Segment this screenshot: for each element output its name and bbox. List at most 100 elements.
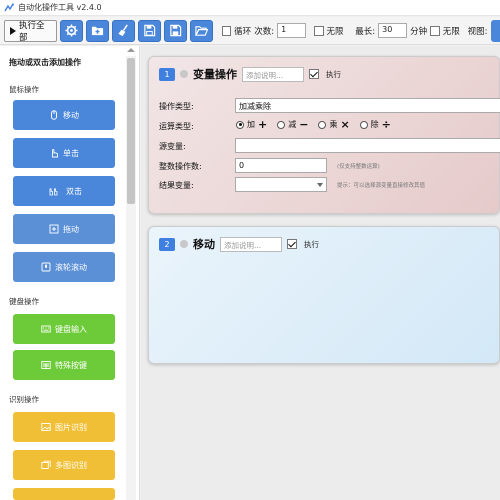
palette-drag-button[interactable]: 拖动 (13, 214, 115, 244)
toolbar: 执行全部 循环 次数: 1 无限 最长: 30 分钟 无限 视图: (0, 17, 500, 45)
palette-click-button[interactable]: 单击 (13, 138, 115, 168)
palette-special-key-button[interactable]: 特殊按键 (13, 350, 115, 380)
title-bar: 自动化操作工具 v2.4.0 (0, 0, 500, 16)
special-key-icon (41, 361, 51, 369)
palette-special-key-label: 特殊按键 (55, 360, 87, 370)
open-button[interactable] (189, 19, 213, 42)
count-input[interactable]: 1 (277, 23, 307, 38)
result-var-hint: 提示：可以选择源变量直接修改其值 (337, 183, 426, 189)
op-type-label: 操作类型: (159, 102, 194, 111)
palette-image-recognition-label: 图片识别 (55, 422, 87, 432)
palette-move-label: 移动 (63, 110, 79, 120)
radio-label: 加 (247, 120, 255, 129)
arith-add-radio[interactable]: 加 + (236, 118, 267, 131)
result-var-label: 结果变量: (159, 181, 194, 190)
new-folder-button[interactable] (85, 19, 109, 42)
save-as-icon (170, 24, 181, 37)
palette-scrollbar-thumb[interactable] (127, 58, 135, 204)
execute-label: 执行 (326, 69, 341, 79)
palette-scroll-label: 滚轮滚动 (55, 262, 87, 272)
workflow-canvas: 1 变量操作 添加说明... 执行 操作类型: 加减乘除 运算类型: 加 + 减 −… (141, 46, 500, 500)
drag-icon (49, 224, 59, 234)
palette-double-click-button[interactable]: 双击 (13, 176, 115, 206)
execute-checkbox[interactable] (287, 239, 297, 249)
int-operand-label: 整数操作数: (159, 162, 202, 171)
clear-button[interactable] (111, 19, 135, 42)
max-duration-input[interactable]: 30 (378, 23, 408, 38)
plus-icon: + (258, 118, 268, 131)
unlimited-duration-checkbox[interactable] (430, 25, 440, 36)
run-all-label: 执行全部 (19, 20, 45, 43)
scroll-wheel-icon (41, 262, 51, 272)
palette-double-click-label: 双击 (66, 186, 82, 196)
arith-divide-radio[interactable]: 除 ÷ (359, 118, 391, 131)
card-header: 2 移动 添加说明... 执行 (159, 236, 319, 252)
palette-keyboard-input-label: 键盘输入 (55, 324, 87, 334)
save-icon (144, 24, 156, 37)
source-var-input[interactable] (235, 138, 500, 153)
view-toggle-button[interactable] (490, 19, 500, 42)
radio-dot (318, 120, 327, 129)
palette-move-button[interactable]: 移动 (13, 100, 115, 130)
palette-keyboard-input-button[interactable]: 键盘输入 (13, 314, 115, 344)
arith-type-radio-group: 加 + 减 − 乘 × 除 ÷ (236, 118, 401, 131)
scroll-up-icon[interactable] (127, 48, 135, 52)
minus-icon: − (299, 118, 309, 131)
palette-multi-image-label: 多图识别 (55, 460, 87, 470)
execute-checkbox[interactable] (309, 69, 319, 79)
max-duration-label: 最长: (355, 26, 376, 37)
radio-dot (277, 120, 286, 129)
count-label: 次数: (254, 26, 275, 37)
palette-multi-image-button[interactable]: 多图识别 (13, 450, 115, 480)
palette-drag-label: 拖动 (63, 224, 79, 234)
radio-dot (236, 120, 244, 129)
description-input[interactable]: 添加说明... (220, 236, 282, 252)
section-keyboard: 键盘操作 (9, 297, 39, 306)
multiply-icon: × (340, 118, 350, 131)
description-input[interactable]: 添加说明... (242, 66, 304, 82)
operation-palette: 拖动或双击添加操作 鼠标操作 移动 单击 双击 拖动 滚轮滚动 键盘操作 键盘输… (0, 46, 140, 500)
broom-icon (118, 24, 128, 37)
app-logo-icon (4, 3, 14, 11)
card-title: 移动 (193, 238, 215, 251)
int-operand-input[interactable]: 0 (235, 158, 327, 173)
run-all-button[interactable]: 执行全部 (4, 19, 57, 43)
section-recognition: 识别操作 (9, 395, 39, 404)
unlimited-count-checkbox[interactable] (313, 25, 324, 36)
view-label: 视图: (467, 26, 488, 37)
execute-label: 执行 (304, 239, 319, 249)
source-var-label: 源变量: (159, 142, 186, 151)
keyboard-icon (41, 325, 51, 333)
open-folder-icon (194, 26, 208, 36)
save-as-button[interactable] (163, 19, 187, 42)
result-var-select[interactable] (235, 177, 327, 192)
settings-button[interactable] (59, 19, 83, 42)
variable-operation-card[interactable]: 1 变量操作 添加说明... 执行 操作类型: 加减乘除 运算类型: 加 + 减 −… (148, 56, 500, 214)
unlimited-count-label: 无限 (326, 26, 344, 37)
minute-label: 分钟 (410, 26, 428, 37)
section-mouse: 鼠标操作 (9, 85, 39, 94)
card-header: 1 变量操作 添加说明... 执行 (159, 66, 341, 82)
move-operation-card[interactable]: 2 移动 添加说明... 执行 (148, 226, 500, 364)
radio-label: 减 (288, 120, 297, 129)
loop-checkbox[interactable] (221, 25, 232, 36)
radio-label: 除 (370, 120, 379, 129)
step-index-badge: 2 (159, 237, 175, 251)
multi-image-icon (41, 460, 51, 469)
op-type-select[interactable]: 加减乘除 (235, 98, 500, 113)
status-dot (180, 240, 188, 248)
folder-add-icon (91, 26, 103, 36)
arith-subtract-radio[interactable]: 减 − (277, 118, 308, 131)
window-title: 自动化操作工具 v2.4.0 (18, 3, 102, 12)
arith-multiply-radio[interactable]: 乘 × (318, 118, 350, 131)
play-icon (10, 26, 16, 35)
status-dot (180, 70, 188, 78)
save-button[interactable] (137, 19, 161, 42)
palette-image-recognition-button[interactable]: 图片识别 (13, 412, 115, 442)
radio-label: 乘 (329, 120, 338, 129)
palette-scroll-button[interactable]: 滚轮滚动 (13, 252, 115, 282)
hand-pointer-icon (52, 149, 58, 158)
step-index-badge: 1 (159, 67, 175, 81)
palette-more-button[interactable] (13, 488, 115, 500)
loop-label: 循环 (234, 26, 252, 37)
